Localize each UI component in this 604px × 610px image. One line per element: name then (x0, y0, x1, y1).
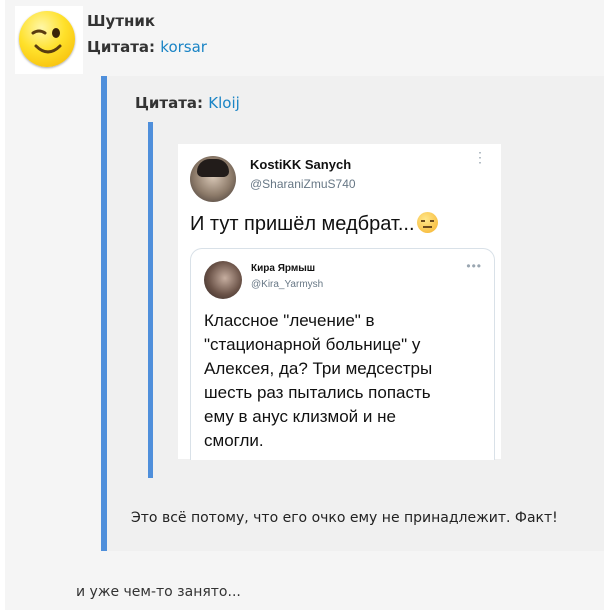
tweet-screenshot: KostiKK Sanych @SharaniZmuS740 ⋮ И тут п… (178, 144, 501, 460)
tweet-author-name: KostiKK Sanych (250, 157, 352, 172)
forum-post: Шутник Цитата: korsar Цитата: Kloij Kost… (5, 0, 604, 610)
quote-block: Цитата: Kloij KostiKK Sanych @SharaniZmu… (101, 76, 604, 551)
quote-author-link[interactable]: korsar (160, 38, 207, 56)
tweet-author-avatar (190, 156, 236, 202)
user-avatar[interactable] (15, 6, 83, 74)
post-username[interactable]: Шутник (87, 12, 155, 30)
tweet-more-icon: ⋮ (473, 149, 487, 165)
quoted-tweet-line: ему в анус клизмой и не (204, 407, 396, 426)
quoted-tweet-line: "стационарной больнице" у (204, 335, 421, 354)
quoted-tweet-author-name: Кира Ярмыш (251, 263, 316, 274)
nested-quote-block: KostiKK Sanych @SharaniZmuS740 ⋮ И тут п… (148, 122, 525, 478)
tweet-text-content: И тут пришёл медбрат... (190, 213, 415, 235)
quoted-tweet-line: Классное "лечение" в (204, 311, 375, 330)
winking-smiley-icon (19, 11, 75, 67)
tweet-author-handle: @SharaniZmuS740 (250, 177, 356, 191)
expressionless-face-icon (416, 212, 438, 233)
quote-reply-text: Это всё потому, что его очко ему не прин… (131, 510, 558, 526)
quoted-tweet-line: Алексея, да? Три медсестры (204, 359, 433, 378)
quoted-tweet-avatar (204, 261, 242, 299)
quote-label: Цитата: (87, 38, 156, 56)
post-body-text: и уже чем-то занято... (76, 584, 241, 600)
quoted-tweet-more-icon: ••• (466, 259, 482, 273)
quoted-tweet: Кира Ярмыш @Kira_Yarmysh ••• Классное "л… (190, 248, 495, 460)
quoted-tweet-text: Классное "лечение" в "стационарной больн… (204, 309, 474, 453)
quoted-tweet-line: смогли. (204, 431, 264, 450)
nested-quote-author-link[interactable]: Kloij (208, 94, 240, 112)
quoted-tweet-author-handle: @Kira_Yarmysh (251, 279, 324, 290)
nested-quote-header: Цитата: Kloij (135, 94, 240, 112)
tweet-text: И тут пришёл медбрат... (190, 212, 438, 236)
tweet-avatar-hair (197, 159, 229, 177)
nested-quote-label: Цитата: (135, 94, 204, 112)
quote-header: Цитата: korsar (87, 38, 207, 56)
quoted-tweet-line: шесть раз пытались попасть (204, 383, 431, 402)
